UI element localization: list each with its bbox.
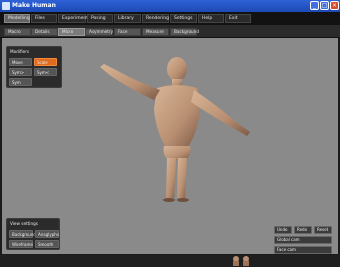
- model-right-foot: [177, 198, 189, 202]
- tab-face[interactable]: Face: [114, 28, 141, 36]
- view-settings-panel: View settings Background Anaglyphs Wiref…: [6, 218, 60, 250]
- tab-details[interactable]: Details: [31, 28, 58, 36]
- modifiers-panel: Modifiers Move Scale Sym> Sym< Sym: [6, 46, 62, 88]
- reset-button[interactable]: Reset: [314, 226, 332, 234]
- view-settings-title: View settings: [10, 221, 38, 226]
- model-right-leg: [177, 158, 187, 198]
- menu-modelling[interactable]: Modelling: [4, 14, 30, 23]
- model-left-arm: [100, 64, 160, 100]
- menu-library[interactable]: Library: [114, 14, 141, 23]
- menu-settings[interactable]: Settings: [170, 14, 197, 23]
- tab-micro[interactable]: Micro: [58, 28, 85, 36]
- tab-asymmetry[interactable]: Asymmetry: [85, 28, 113, 36]
- menu-experiments[interactable]: Experiments: [58, 14, 90, 23]
- mini-preview-icon: [233, 256, 249, 266]
- menu-rendering[interactable]: Rendering: [142, 14, 169, 23]
- menu-files[interactable]: Files: [31, 14, 57, 23]
- symmetry-left-button[interactable]: Sym<: [34, 68, 57, 76]
- 3d-viewport[interactable]: Modifiers Move Scale Sym> Sym< Sym View …: [2, 38, 338, 254]
- app-window: Make Human _ □ × Modelling Files Experim…: [0, 0, 340, 267]
- window-title: Make Human: [12, 2, 56, 9]
- title-bar: Make Human _ □ ×: [0, 0, 340, 12]
- modifiers-title: Modifiers: [10, 49, 30, 54]
- subtab-bar: Macro Details Micro Asymmetry Face Measu…: [0, 25, 340, 38]
- symmetry-right-button[interactable]: Sym>: [9, 68, 32, 76]
- menu-exit[interactable]: Exit: [225, 14, 251, 23]
- face-camera-button[interactable]: Face cam: [274, 246, 332, 254]
- status-bar: [0, 255, 340, 267]
- model-left-leg: [166, 158, 176, 198]
- maximize-button[interactable]: □: [320, 1, 329, 10]
- symmetry-button[interactable]: Sym: [9, 78, 32, 86]
- model-left-foot: [163, 198, 175, 202]
- app-icon: [2, 2, 10, 10]
- scale-button[interactable]: Scale: [34, 58, 57, 66]
- model-hips: [163, 146, 191, 160]
- tab-macro[interactable]: Macro: [4, 28, 31, 36]
- background-toggle-button[interactable]: Background: [9, 230, 36, 238]
- minimize-button[interactable]: _: [310, 1, 319, 10]
- close-button[interactable]: ×: [330, 1, 339, 10]
- global-camera-button[interactable]: Global cam: [274, 236, 332, 244]
- wireframe-toggle-button[interactable]: Wireframe: [9, 240, 33, 248]
- menu-posing[interactable]: Posing: [87, 14, 113, 23]
- smooth-toggle-button[interactable]: Smooth: [35, 240, 59, 248]
- tab-measure[interactable]: Measure: [142, 28, 169, 36]
- model-right-arm: [191, 90, 250, 136]
- anaglyphs-toggle-button[interactable]: Anaglyphs: [35, 230, 59, 238]
- undo-button[interactable]: Undo: [274, 226, 292, 234]
- tab-background[interactable]: Background: [170, 28, 199, 36]
- human-model[interactable]: [82, 46, 272, 204]
- redo-button[interactable]: Redo: [294, 226, 312, 234]
- menu-bar: Modelling Files Experiments Posing Libra…: [0, 12, 340, 25]
- model-head: [167, 57, 187, 81]
- move-button[interactable]: Move: [9, 58, 32, 66]
- menu-help[interactable]: Help: [198, 14, 224, 23]
